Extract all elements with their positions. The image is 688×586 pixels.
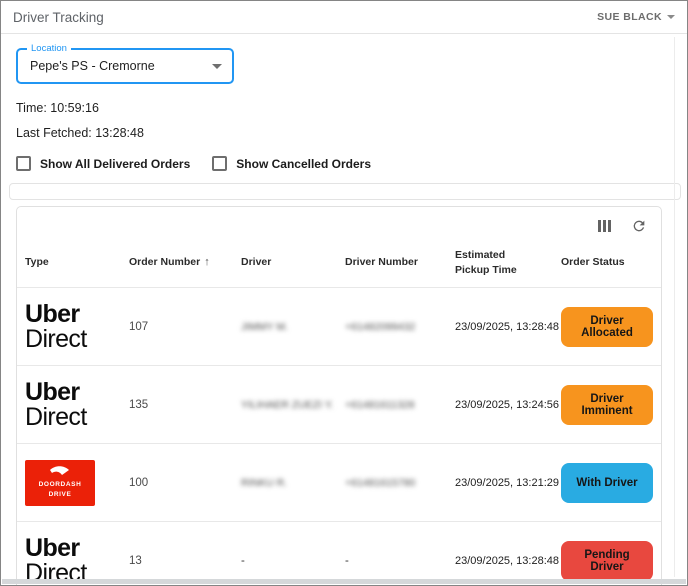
empty-notice-bar (9, 183, 681, 200)
column-header-pickup-time[interactable]: Estimated Pickup Time (455, 248, 537, 278)
uber-direct-logo: Uber Direct (25, 536, 129, 585)
checkbox-show-delivered-label: Show All Delivered Orders (40, 157, 190, 171)
location-select-label: Location (27, 43, 71, 54)
time-label: Time: (16, 101, 47, 115)
driver-name-cell: - (241, 555, 345, 567)
current-time-line: Time: 10:59:16 (16, 101, 679, 115)
driver-number-cell: +61481611328 (345, 399, 455, 411)
pickup-time-cell: 23/09/2025, 13:21:29 (455, 477, 561, 489)
location-select-value: Pepe's PS - Cremorne (30, 59, 155, 73)
uber-direct-logo: Uber Direct (25, 302, 129, 351)
table-row: Uber Direct 135 YILIHAER ZUEZI Y. +61481… (17, 365, 661, 443)
time-value: 10:59:16 (50, 101, 99, 115)
driver-tracking-window: Driver Tracking SUE BLACK Location Pepe'… (0, 0, 688, 586)
table-row: Uber Direct 13 - - 23/09/2025, 13:28:48 … (17, 521, 661, 586)
checkbox-show-cancelled-label: Show Cancelled Orders (236, 157, 371, 171)
driver-name-cell: JIMMY M. (241, 321, 345, 333)
doordash-wing-icon (49, 465, 71, 478)
sort-ascending-icon[interactable]: ↑ (204, 256, 210, 268)
page-title: Driver Tracking (13, 10, 104, 25)
user-menu[interactable]: SUE BLACK (597, 11, 675, 23)
horizontal-scrollbar[interactable] (2, 579, 686, 584)
uber-direct-logo: Uber Direct (25, 380, 129, 429)
checkbox-box-icon[interactable] (212, 156, 227, 171)
checkbox-show-delivered[interactable]: Show All Delivered Orders (16, 156, 190, 171)
table-row: Uber Direct 107 JIMMY M. +61482099432 23… (17, 287, 661, 365)
refresh-icon[interactable] (631, 218, 647, 234)
order-status-button[interactable]: Pending Driver (561, 541, 653, 581)
table-toolbar (17, 207, 661, 239)
driver-number-cell: +61481615780 (345, 477, 455, 489)
order-status-button[interactable]: With Driver (561, 463, 653, 503)
last-fetched-label: Last Fetched: (16, 126, 92, 140)
column-header-order-status[interactable]: Order Status (561, 255, 653, 270)
table-header-row: Type Order Number↑ Driver Driver Number … (17, 239, 661, 287)
pickup-time-cell: 23/09/2025, 13:28:48 (455, 555, 561, 567)
column-header-type[interactable]: Type (25, 255, 129, 270)
orders-table-card: Type Order Number↑ Driver Driver Number … (16, 206, 662, 586)
chevron-down-icon (667, 15, 675, 19)
vertical-scrollbar[interactable] (674, 37, 675, 577)
columns-icon[interactable] (598, 220, 611, 232)
chevron-down-icon (212, 64, 222, 69)
pickup-time-cell: 23/09/2025, 13:24:56 (455, 399, 561, 411)
doordash-drive-logo: DOORDASH DRIVE (25, 460, 95, 506)
driver-number-cell: - (345, 555, 455, 567)
last-fetched-line: Last Fetched: 13:28:48 (16, 126, 679, 140)
order-status-button[interactable]: Driver Allocated (561, 307, 653, 347)
driver-number-cell: +61482099432 (345, 321, 455, 333)
location-select[interactable]: Location Pepe's PS - Cremorne (16, 48, 234, 84)
checkbox-show-cancelled[interactable]: Show Cancelled Orders (212, 156, 371, 171)
pickup-time-cell: 23/09/2025, 13:28:48 (455, 321, 561, 333)
order-number-cell: 13 (129, 555, 241, 567)
column-header-order-number[interactable]: Order Number↑ (129, 255, 241, 271)
driver-name-cell: RINKU R. (241, 477, 345, 489)
last-fetched-value: 13:28:48 (95, 126, 144, 140)
driver-name-cell: YILIHAER ZUEZI Y. (241, 399, 345, 411)
column-header-driver-number[interactable]: Driver Number (345, 255, 455, 270)
checkbox-box-icon[interactable] (16, 156, 31, 171)
top-bar: Driver Tracking SUE BLACK (1, 1, 687, 34)
content-area: Location Pepe's PS - Cremorne Time: 10:5… (1, 34, 687, 586)
filter-checkboxes: Show All Delivered Orders Show Cancelled… (16, 156, 679, 171)
user-menu-label: SUE BLACK (597, 11, 662, 23)
order-number-cell: 100 (129, 477, 241, 489)
order-number-cell: 135 (129, 399, 241, 411)
column-header-driver[interactable]: Driver (241, 255, 345, 270)
order-status-button[interactable]: Driver Imminent (561, 385, 653, 425)
order-number-cell: 107 (129, 321, 241, 333)
table-row: DOORDASH DRIVE 100 RINKU R. +61481615780… (17, 443, 661, 521)
